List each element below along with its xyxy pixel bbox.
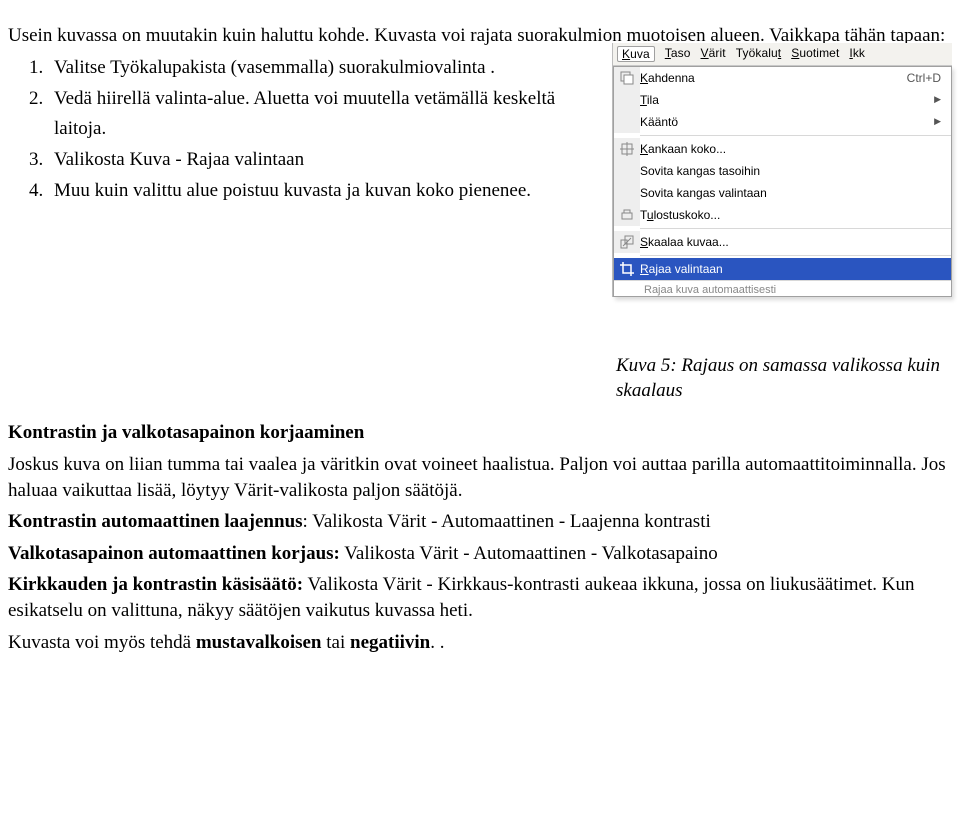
step-4: Muu kuin valittu alue poistuu kuvasta ja… bbox=[48, 176, 604, 205]
paragraph-auto-whitebalance: Valkotasapainon automaattinen korjaus: V… bbox=[8, 541, 952, 567]
menuitem-sovita-valintaan[interactable]: Sovita kangas valintaan bbox=[614, 182, 951, 204]
menuitem-rajaa-valintaan[interactable]: Rajaa valintaan bbox=[614, 258, 951, 280]
submenu-arrow-icon: ▶ bbox=[934, 94, 941, 105]
paragraph-auto-contrast: Kontrastin automaattinen laajennus: Vali… bbox=[8, 509, 952, 535]
paragraph-contrast-intro: Joskus kuva on liian tumma tai vaalea ja… bbox=[8, 452, 952, 503]
menuitem-sovita-tasoihin[interactable]: Sovita kangas tasoihin bbox=[614, 160, 951, 182]
section-heading-contrast: Kontrastin ja valkotasapainon korjaamine… bbox=[8, 422, 952, 444]
menuitem-kankaan-koko[interactable]: Kankaan koko... bbox=[614, 138, 951, 160]
figure-caption: Kuva 5: Rajaus on samassa valikossa kuin… bbox=[612, 353, 952, 404]
dropdown-kuva: Kahdenna Ctrl+D Tila ▶ Kääntö ▶ bbox=[613, 66, 952, 297]
step-1: Valitse Työkalupakista (vasemmalla) suor… bbox=[48, 53, 604, 82]
menubar: Kuva Taso Värit Työkalut Suotimet Ikk bbox=[613, 43, 952, 66]
menuitem-tulostuskoko[interactable]: Tulostuskoko... bbox=[614, 204, 951, 226]
duplicate-icon bbox=[614, 67, 640, 89]
separator bbox=[640, 135, 951, 136]
menu-tyokalut[interactable]: Työkalut bbox=[736, 46, 782, 62]
menuitem-kaanto[interactable]: Kääntö ▶ bbox=[614, 111, 951, 133]
print-size-icon bbox=[614, 204, 640, 226]
menu-ikk[interactable]: Ikk bbox=[849, 46, 865, 62]
separator bbox=[640, 255, 951, 256]
menu-taso[interactable]: Taso bbox=[665, 46, 691, 62]
step-2: Vedä hiirellä valinta-alue. Aluetta voi … bbox=[48, 84, 604, 143]
menu-varit[interactable]: Värit bbox=[701, 46, 726, 62]
canvas-size-icon bbox=[614, 138, 640, 160]
scale-icon bbox=[614, 231, 640, 253]
gimp-menu-screenshot: Kuva Taso Värit Työkalut Suotimet Ikk Ka… bbox=[612, 43, 952, 297]
step-3: Valikosta Kuva - Rajaa valintaan bbox=[48, 145, 604, 174]
menuitem-kahdenna[interactable]: Kahdenna Ctrl+D bbox=[614, 67, 951, 89]
menuitem-tila[interactable]: Tila ▶ bbox=[614, 89, 951, 111]
menu-suotimet[interactable]: Suotimet bbox=[791, 46, 839, 62]
menuitem-skaalaa[interactable]: Skaalaa kuvaa... bbox=[614, 231, 951, 253]
paragraph-bw-negative: Kuvasta voi myös tehdä mustavalkoisen ta… bbox=[8, 630, 952, 656]
steps-list: Valitse Työkalupakista (vasemmalla) suor… bbox=[48, 53, 604, 206]
shortcut-text: Ctrl+D bbox=[907, 71, 941, 85]
crop-icon bbox=[614, 258, 640, 280]
separator bbox=[640, 228, 951, 229]
menuitem-partial-crop-auto: Rajaa kuva automaattisesti bbox=[614, 280, 951, 296]
menu-kuva[interactable]: Kuva bbox=[617, 46, 655, 62]
submenu-arrow-icon: ▶ bbox=[934, 116, 941, 127]
paragraph-manual-brightness: Kirkkauden ja kontrastin käsisäätö: Vali… bbox=[8, 572, 952, 623]
